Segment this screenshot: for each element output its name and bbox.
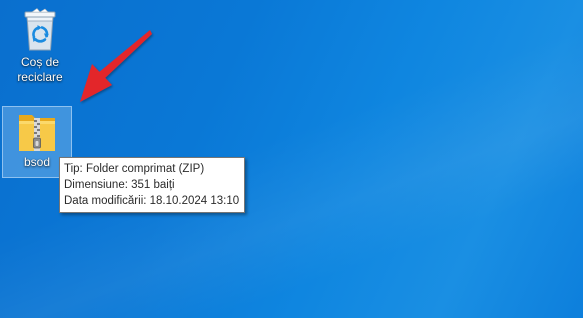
recycle-bin-label-line1: Coș de (20, 55, 60, 69)
zip-folder-icon (19, 115, 55, 151)
recycle-bin-label-line2: reciclare (17, 70, 63, 84)
tooltip-size: Dimensiune: 351 baiți (64, 179, 175, 191)
tooltip-modified: Data modificării: 18.10.2024 13:10 (64, 195, 240, 207)
desktop[interactable]: Coș de reciclare bsod Tip: Folder compri… (0, 0, 583, 318)
recycle-bin-icon (24, 8, 56, 51)
recycle-bin-shortcut[interactable]: Coș de reciclare (5, 6, 75, 88)
tooltip-type: Tip: Folder comprimat (ZIP) (64, 163, 205, 175)
file-info-tooltip: Tip: Folder comprimat (ZIP) Dimensiune: … (59, 157, 246, 213)
